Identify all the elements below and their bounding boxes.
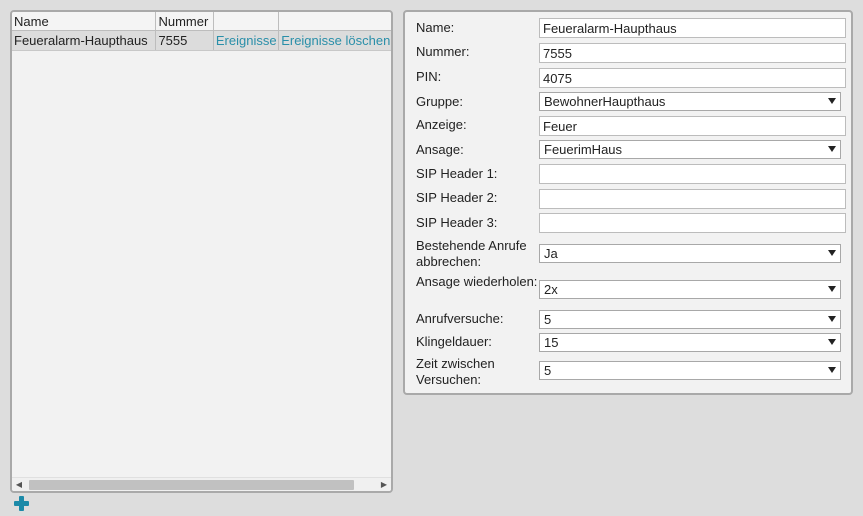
nummer-label: Nummer: [416, 44, 470, 59]
caret-down-icon [828, 339, 836, 345]
column-header-nummer[interactable]: Nummer [156, 12, 214, 30]
versuche-select[interactable]: 5 [539, 310, 841, 329]
gruppe-select[interactable]: BewohnerHaupthaus [539, 92, 841, 111]
sip3-input[interactable] [539, 213, 846, 233]
horizontal-scrollbar[interactable]: ◀ ▶ [12, 477, 391, 491]
klingel-select-value: 15 [544, 335, 559, 350]
name-label: Name: [416, 20, 455, 35]
abbrechen-label: Bestehende Anrufe abbrechen: [416, 238, 527, 269]
entries-grid: Name Nummer Feueralarm-Haupthaus 7555 Er… [12, 12, 391, 51]
wiederholen-label: Ansage wiederholen: [416, 274, 538, 289]
ansage-label: Ansage: [416, 142, 464, 157]
caret-down-icon [828, 98, 836, 104]
sip2-label: SIP Header 2: [416, 190, 498, 205]
caret-down-icon [828, 316, 836, 322]
cell-nummer[interactable]: 7555 [156, 31, 214, 50]
delete-events-link[interactable]: Ereignisse löschen [281, 33, 390, 48]
zeit-label: Zeit zwischen Versuchen: [416, 356, 495, 387]
caret-down-icon [828, 250, 836, 256]
plus-icon[interactable] [13, 495, 29, 511]
klingel-label: Klingeldauer: [416, 334, 492, 349]
sip2-input[interactable] [539, 189, 846, 209]
sip1-label: SIP Header 1: [416, 166, 498, 181]
anzeige-input[interactable]: Feuer [539, 116, 846, 136]
events-link[interactable]: Ereignisse [216, 33, 277, 48]
versuche-select-value: 5 [544, 312, 552, 327]
cell-name[interactable]: Feueralarm-Haupthaus [12, 31, 157, 50]
wiederholen-select[interactable]: 2x [539, 280, 841, 299]
zeit-select-value: 5 [544, 363, 552, 378]
caret-down-icon [828, 146, 836, 152]
pin-input[interactable]: 4075 [539, 68, 846, 88]
column-header-name[interactable]: Name [12, 12, 157, 30]
arrow-left-icon[interactable]: ◀ [12, 478, 26, 491]
gruppe-label: Gruppe: [416, 94, 463, 109]
column-header-events [214, 12, 280, 30]
gruppe-select-value: BewohnerHaupthaus [544, 94, 666, 109]
column-header-delete [279, 12, 391, 30]
wiederholen-select-value: 2x [544, 282, 558, 297]
sip3-label: SIP Header 3: [416, 215, 498, 230]
ansage-select-value: FeuerimHaus [544, 142, 623, 157]
caret-down-icon [828, 286, 836, 292]
pin-label: PIN: [416, 69, 442, 84]
list-panel: Name Nummer Feueralarm-Haupthaus 7555 Er… [10, 10, 393, 493]
ansage-select[interactable]: FeuerimHaus [539, 140, 841, 159]
abbrechen-select[interactable]: Ja [539, 244, 841, 263]
table-row[interactable]: Feueralarm-Haupthaus 7555 Ereignisse Ere… [12, 31, 391, 51]
nummer-input[interactable]: 7555 [539, 43, 846, 63]
anzeige-label: Anzeige: [416, 117, 467, 132]
arrow-right-icon[interactable]: ▶ [377, 478, 391, 491]
abbrechen-select-value: Ja [544, 246, 558, 261]
versuche-label: Anrufversuche: [416, 311, 504, 326]
grid-header: Name Nummer [12, 12, 391, 31]
zeit-select[interactable]: 5 [539, 361, 841, 380]
name-input[interactable]: Feueralarm-Haupthaus [539, 18, 846, 38]
details-form: Name: Feueralarm-Haupthaus Nummer: 7555 … [403, 10, 853, 395]
klingel-select[interactable]: 15 [539, 333, 841, 352]
caret-down-icon [828, 367, 836, 373]
scrollbar-thumb[interactable] [29, 480, 354, 490]
sip1-input[interactable] [539, 164, 846, 184]
